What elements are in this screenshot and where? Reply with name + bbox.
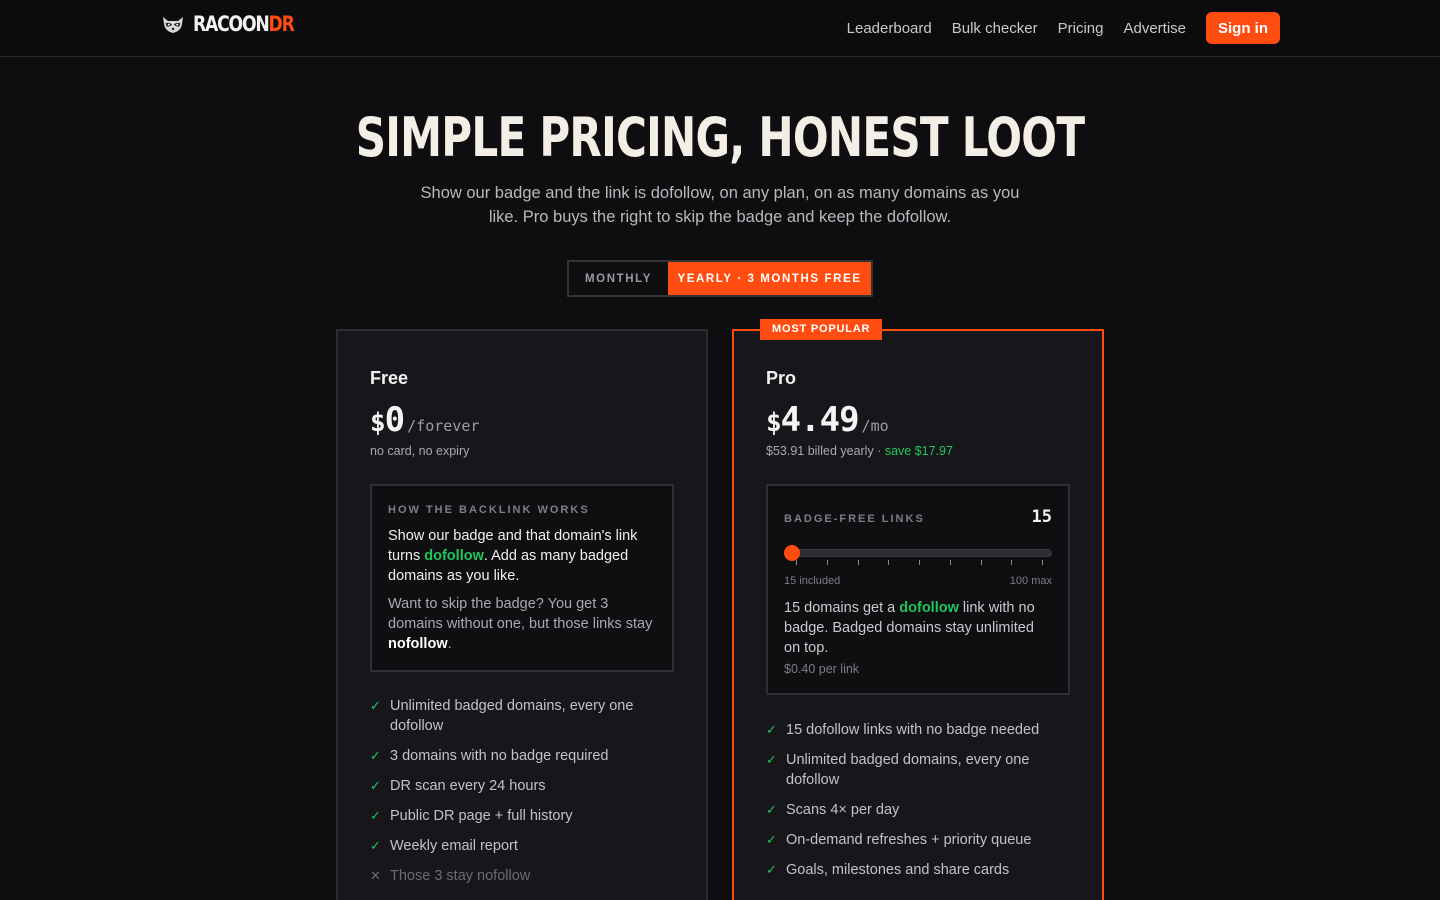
links-slider[interactable] xyxy=(784,545,1052,561)
feature-item: ✓ DR scan every 24 hours xyxy=(370,778,546,794)
nav-link-leaderboard[interactable]: Leaderboard xyxy=(847,20,932,37)
slider-tick xyxy=(1011,560,1013,565)
plan-name: Pro xyxy=(766,368,797,388)
brand-logo[interactable]: RACOONDR xyxy=(161,10,316,38)
feature-list: ✓ 15 dofollow links with no badge needed … xyxy=(766,720,1066,890)
info-box-note: Want to skip the badge? You get 3 domain… xyxy=(388,596,653,652)
info-box-text: Show our badge and that domain's link tu… xyxy=(388,528,638,584)
slider-label: BADGE-FREE LINKS xyxy=(784,513,925,525)
check-icon: ✓ xyxy=(370,838,381,853)
billing-yearly-button[interactable]: YEARLY · 3 MONTHS FREE xyxy=(668,262,871,295)
slider-tick xyxy=(949,560,951,565)
backlink-info-box: HOW THE BACKLINK WORKS Show our badge an… xyxy=(370,484,674,672)
plan-card-pro: MOST POPULAR Pro $4.49 /mo $53.91 billed… xyxy=(732,319,1104,900)
feature-item: ✓ Unlimited badged domains, every one dof… xyxy=(766,752,1030,788)
check-icon: ✓ xyxy=(370,748,381,763)
slider-description: 15 domains get a dofollow link with no b… xyxy=(784,600,1035,656)
plan-card-free: Free $0 /forever no card, no expiry HOW … xyxy=(336,329,708,900)
slider-tick xyxy=(826,560,828,565)
plan-price: $4.49 /mo xyxy=(766,400,889,440)
nav-link-pricing[interactable]: Pricing xyxy=(1058,20,1104,37)
price-note: no card, no expiry xyxy=(370,444,470,458)
feature-item: ✓ Weekly email report xyxy=(370,838,518,854)
price-period: /forever xyxy=(407,417,480,435)
feature-item: ✓ 15 dofollow links with no badge needed xyxy=(766,722,1040,738)
cross-icon: ✕ xyxy=(370,868,381,883)
feature-list: ✓ Unlimited badged domains, every one dof… xyxy=(370,696,670,896)
check-icon: ✓ xyxy=(766,752,777,767)
slider-tick xyxy=(857,560,859,565)
per-link-price: $0.40 per link xyxy=(784,662,860,676)
slider-min-label: 15 included xyxy=(784,575,841,587)
price-amount: $0 xyxy=(370,400,405,440)
slider-tick xyxy=(919,560,920,565)
slider-tick xyxy=(1042,560,1043,565)
feature-item: ✓ 3 domains with no badge required xyxy=(370,748,609,764)
raccoon-icon xyxy=(163,17,183,33)
nav-link-advertise[interactable]: Advertise xyxy=(1123,20,1186,37)
brand-name: RACOONDR xyxy=(193,12,295,36)
check-icon: ✓ xyxy=(370,698,381,713)
billing-monthly-button[interactable]: MONTHLY xyxy=(569,262,668,295)
info-box-eyebrow: HOW THE BACKLINK WORKS xyxy=(388,504,590,516)
savings-text: save $17.97 xyxy=(884,444,953,458)
top-nav: RACOONDR Leaderboard Bulk checker Pricin… xyxy=(0,0,1440,57)
price-note: $53.91 billed yearly · save $17.97 xyxy=(766,444,953,458)
plan-name: Free xyxy=(370,368,409,388)
badge-free-links-box: BADGE-FREE LINKS 15 15 included 100 max … xyxy=(766,484,1070,695)
price-amount: $4.49 xyxy=(766,400,860,440)
page-title: SIMPLE PRICING, HONEST LOOT xyxy=(355,106,1085,169)
feature-item-excluded: ✕ Those 3 stay nofollow xyxy=(370,868,531,884)
feature-item: ✓ Goals, milestones and share cards xyxy=(766,862,1010,878)
check-icon: ✓ xyxy=(766,862,777,877)
plan-price: $0 /forever xyxy=(370,400,479,440)
feature-item: ✓ Unlimited badged domains, every one dof… xyxy=(370,698,634,734)
check-icon: ✓ xyxy=(370,778,381,793)
nav-link-bulk-checker[interactable]: Bulk checker xyxy=(952,20,1038,37)
feature-item: ✓ Scans 4× per day xyxy=(766,802,900,818)
sign-in-button[interactable]: Sign in xyxy=(1206,12,1280,44)
page-subtitle: Show our badge and the link is dofollow,… xyxy=(420,184,1020,226)
nav-links: Leaderboard Bulk checker Pricing Adverti… xyxy=(847,12,1280,44)
feature-item: ✓ On-demand refreshes + priority queue xyxy=(766,832,1032,848)
check-icon: ✓ xyxy=(766,832,777,847)
feature-item: ✓ Public DR page + full history xyxy=(370,808,573,824)
slider-tick xyxy=(888,560,890,565)
price-period: /mo xyxy=(861,417,889,435)
slider-thumb[interactable] xyxy=(784,545,800,561)
check-icon: ✓ xyxy=(370,808,381,823)
check-icon: ✓ xyxy=(766,802,777,817)
slider-max-label: 100 max xyxy=(1009,575,1052,587)
slider-value: 15 xyxy=(1031,507,1052,527)
check-icon: ✓ xyxy=(766,722,777,737)
billing-toggle: MONTHLY YEARLY · 3 MONTHS FREE xyxy=(567,260,873,297)
slider-tick xyxy=(980,560,982,565)
most-popular-badge: MOST POPULAR xyxy=(760,319,883,340)
slider-tick xyxy=(796,560,797,565)
